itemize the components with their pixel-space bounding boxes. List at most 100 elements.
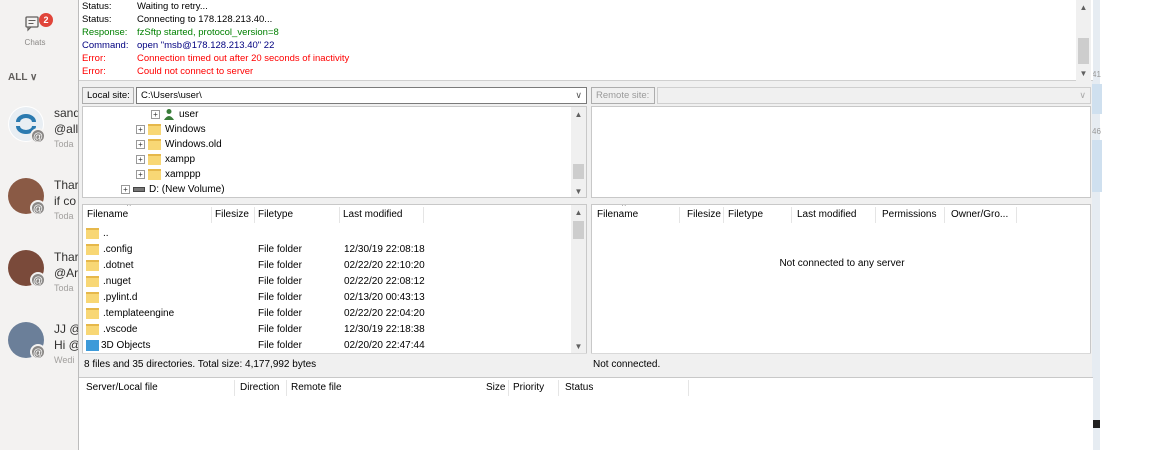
file-modified: 02/13/20 00:43:13 <box>344 292 425 303</box>
column-header-filetype[interactable]: Filetype <box>728 205 763 225</box>
file-modified: 02/20/20 22:47:44 <box>344 340 425 351</box>
local-file-list: Filename ^ Filesize Filetype Last modifi… <box>82 204 587 354</box>
file-row[interactable]: .config File folder 12/30/19 22:08:18 <box>86 242 566 258</box>
local-site-input[interactable]: C:\Users\user\ ∨ <box>136 87 587 104</box>
filter-dropdown[interactable]: ALL ∨ <box>8 72 37 83</box>
tree-item[interactable]: + Windows <box>136 122 206 137</box>
scroll-down-icon[interactable]: ▼ <box>1076 66 1091 81</box>
column-separator[interactable] <box>286 380 287 396</box>
file-name: .pylint.d <box>103 292 138 303</box>
chat-preview: @Ar <box>54 266 78 280</box>
file-type: File folder <box>258 244 302 255</box>
scroll-thumb[interactable] <box>1078 38 1089 64</box>
expand-icon[interactable]: + <box>136 169 145 179</box>
column-header-modified[interactable]: Last modified <box>797 205 856 225</box>
column-header-permissions[interactable]: Permissions <box>882 205 936 225</box>
background-window: 41 46 <box>1092 0 1170 450</box>
remote-site-input[interactable]: ∨ <box>657 87 1091 104</box>
expand-icon[interactable]: + <box>136 124 145 134</box>
column-header-filename[interactable]: Filename <box>597 205 638 225</box>
window-edge <box>1092 0 1100 450</box>
folder-icon <box>148 168 161 180</box>
column-header-direction[interactable]: Direction <box>240 378 279 398</box>
column-separator[interactable] <box>234 380 235 396</box>
column-header-owner[interactable]: Owner/Gro... <box>951 205 1008 225</box>
folder-icon <box>86 243 99 255</box>
tree-item[interactable]: + xampp <box>136 152 195 167</box>
tree-item[interactable]: + Windows.old <box>136 137 222 152</box>
file-type: File folder <box>258 260 302 271</box>
file-row[interactable]: .pylint.d File folder 02/13/20 00:43:13 <box>86 290 566 306</box>
file-row[interactable]: .dotnet File folder 02/22/20 22:10:20 <box>86 258 566 274</box>
expand-icon[interactable]: + <box>136 154 145 164</box>
file-modified: 12/30/19 22:08:18 <box>344 244 425 255</box>
scroll-down-icon[interactable]: ▼ <box>571 184 586 197</box>
local-site-path: C:\Users\user\ <box>141 90 202 101</box>
column-separator[interactable] <box>875 207 876 223</box>
column-header-size[interactable]: Size <box>486 378 505 398</box>
mention-icon: @ <box>30 344 46 360</box>
scroll-down-icon[interactable]: ▼ <box>571 339 586 353</box>
column-separator[interactable] <box>679 207 680 223</box>
column-header-modified[interactable]: Last modified <box>343 205 402 225</box>
column-header-priority[interactable]: Priority <box>513 378 544 398</box>
log-scrollbar[interactable]: ▲ ▼ <box>1076 0 1091 81</box>
scroll-thumb[interactable] <box>573 221 584 239</box>
chevron-down-icon[interactable]: ∨ <box>1079 88 1086 103</box>
file-list-scrollbar[interactable]: ▲ ▼ <box>571 205 586 353</box>
column-separator[interactable] <box>254 207 255 223</box>
chat-time: Wedi <box>54 355 75 365</box>
expand-icon[interactable]: + <box>121 184 130 194</box>
chat-name: Thar <box>54 178 78 192</box>
chat-list-item[interactable]: @ Thar if co Toda <box>8 178 78 238</box>
expand-icon[interactable]: + <box>136 139 145 149</box>
file-row[interactable]: .templateengine File folder 02/22/20 22:… <box>86 306 566 322</box>
chat-list-item[interactable]: @ Thar @Ar Toda <box>8 250 78 310</box>
file-modified: 02/22/20 22:04:20 <box>344 308 425 319</box>
chat-list-item[interactable]: @ sand @all Toda <box>8 106 78 166</box>
column-separator[interactable] <box>558 380 559 396</box>
column-separator[interactable] <box>508 380 509 396</box>
column-header-filesize[interactable]: Filesize <box>687 205 721 225</box>
scroll-up-icon[interactable]: ▲ <box>571 107 586 122</box>
file-name: .templateengine <box>103 308 175 319</box>
column-header-remote-file[interactable]: Remote file <box>291 378 342 398</box>
column-separator[interactable] <box>791 207 792 223</box>
column-separator[interactable] <box>211 207 212 223</box>
expand-icon[interactable]: + <box>151 109 160 119</box>
chat-list-item[interactable]: @ JJ @ Hi @ Wedi <box>8 322 78 382</box>
scroll-up-icon[interactable]: ▲ <box>571 205 586 220</box>
file-row[interactable]: .. <box>86 226 109 242</box>
chat-name: JJ @ <box>54 322 78 336</box>
column-header-server-local[interactable]: Server/Local file <box>86 378 158 398</box>
log-type: Error: <box>82 53 106 64</box>
scroll-up-icon[interactable]: ▲ <box>1076 0 1091 15</box>
column-header-status[interactable]: Status <box>565 378 593 398</box>
file-name: .vscode <box>103 324 138 335</box>
column-separator[interactable] <box>944 207 945 223</box>
chevron-down-icon[interactable]: ∨ <box>575 88 582 103</box>
column-header-filetype[interactable]: Filetype <box>258 205 293 225</box>
chat-preview: Hi @ <box>54 338 78 352</box>
column-separator[interactable] <box>688 380 689 396</box>
log-type: Status: <box>82 1 112 12</box>
empty-state-message: Not connected to any server <box>779 258 905 269</box>
file-row[interactable]: 3D Objects File folder 02/20/20 22:47:44 <box>86 338 566 353</box>
tree-item[interactable]: + D: (New Volume) <box>121 182 225 197</box>
column-separator[interactable] <box>723 207 724 223</box>
file-type: File folder <box>258 324 302 335</box>
file-row[interactable]: .nuget File folder 02/22/20 22:08:12 <box>86 274 566 290</box>
column-separator[interactable] <box>423 207 424 223</box>
column-separator[interactable] <box>1016 207 1017 223</box>
scroll-thumb[interactable] <box>573 164 584 179</box>
drive-icon <box>133 186 145 192</box>
tree-item[interactable]: + user <box>151 107 198 122</box>
mention-icon: @ <box>30 272 46 288</box>
file-row[interactable]: .vscode File folder 12/30/19 22:18:38 <box>86 322 566 338</box>
column-header-filename[interactable]: Filename <box>87 205 128 225</box>
tree-scrollbar[interactable]: ▲ ▼ <box>571 107 586 197</box>
column-separator[interactable] <box>339 207 340 223</box>
chevron-down-icon: ∨ <box>30 72 38 83</box>
tree-item[interactable]: + xamppp <box>136 167 201 182</box>
column-header-filesize[interactable]: Filesize <box>215 205 249 225</box>
